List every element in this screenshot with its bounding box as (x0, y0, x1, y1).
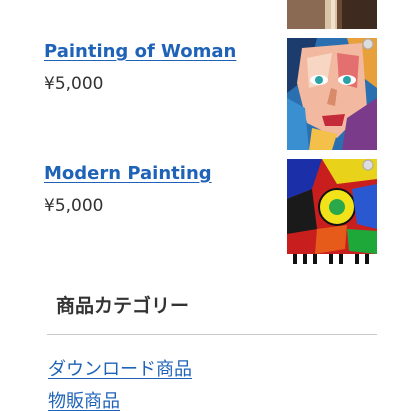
category-link-physical[interactable]: 物販商品 (48, 387, 120, 411)
modern-painting-image (287, 159, 377, 271)
woman-painting-image (287, 38, 377, 150)
product-thumbnail[interactable] (287, 38, 377, 150)
category-widget-title: 商品カテゴリー (56, 295, 190, 317)
product-thumbnail[interactable] (287, 159, 377, 271)
previous-painting-image (287, 0, 377, 29)
product-price: ¥5,000 (44, 196, 104, 216)
product-thumbnail-previous[interactable] (287, 0, 377, 29)
product-title-link[interactable]: Painting of Woman (44, 41, 236, 62)
product-title-link[interactable]: Modern Painting (44, 163, 212, 184)
product-price: ¥5,000 (44, 74, 104, 94)
product-sidebar: Painting of Woman ¥5,000 Modern Painting… (0, 0, 397, 411)
widget-divider (47, 334, 377, 335)
category-link-download[interactable]: ダウンロード商品 (48, 355, 192, 381)
